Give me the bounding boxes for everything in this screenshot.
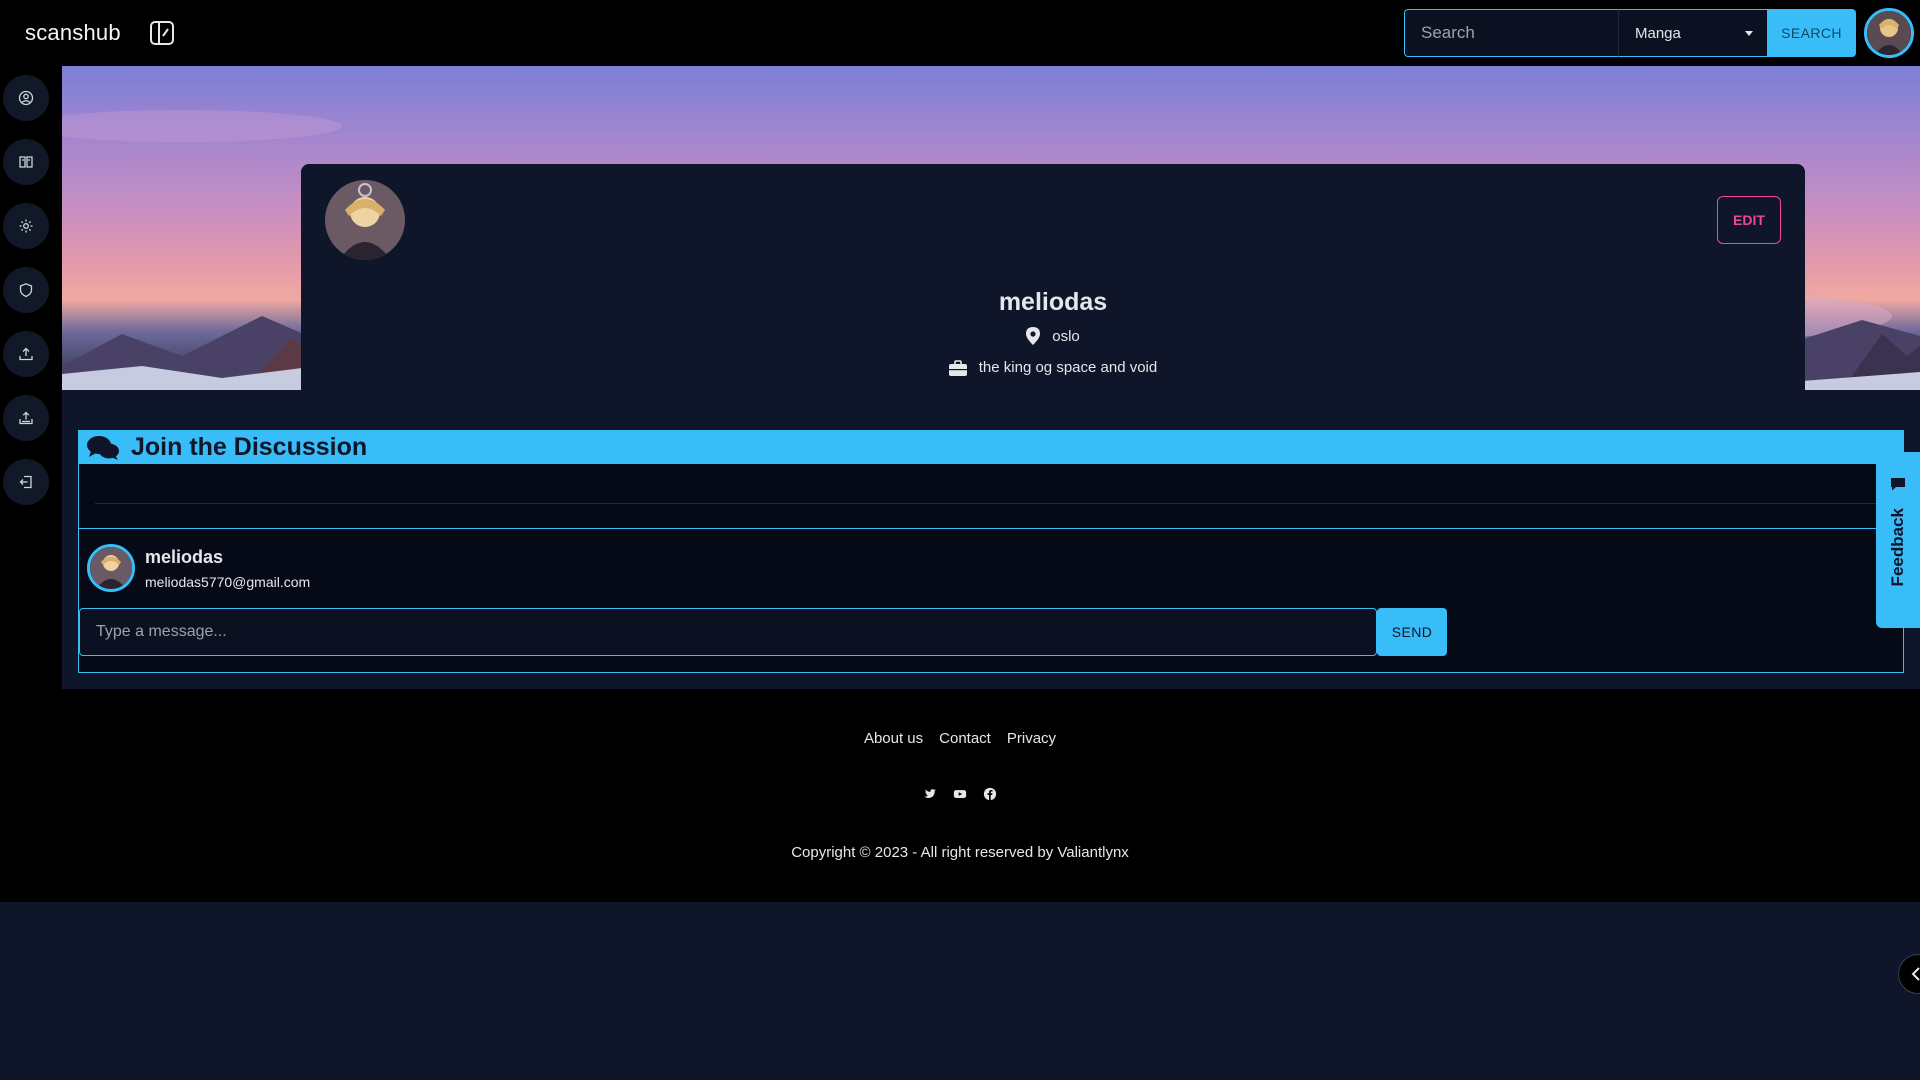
message-composer: SEND <box>79 608 1447 656</box>
upload-tray-icon <box>19 411 33 425</box>
search-input[interactable] <box>1404 9 1618 57</box>
sidebar-item-upload[interactable] <box>3 331 49 377</box>
divider <box>79 528 1903 529</box>
sidebar-toggle-icon[interactable] <box>148 19 176 47</box>
chevron-down-icon <box>1745 30 1753 36</box>
profile-name: meliodas <box>998 288 1108 316</box>
sidebar-item-profile[interactable] <box>3 75 49 121</box>
gear-icon <box>19 219 33 233</box>
user-avatar-menu[interactable] <box>1864 8 1914 58</box>
send-button[interactable]: SEND <box>1377 608 1447 656</box>
briefcase-icon <box>948 359 967 376</box>
user-name: meliodas <box>145 546 224 567</box>
edit-profile-button[interactable]: EDIT <box>1717 196 1781 244</box>
profile-occupation: the king og space and void <box>301 359 1805 376</box>
footer-link-contact[interactable]: Contact <box>939 730 991 747</box>
twitter-icon[interactable] <box>923 787 937 801</box>
discussion-panel: Join the Discussion meliodas meliodas577… <box>78 430 1904 673</box>
logout-icon <box>19 475 32 489</box>
profile-occupation-text: the king og space and void <box>978 359 1158 376</box>
youtube-icon[interactable] <box>953 787 967 801</box>
profile-avatar[interactable] <box>325 180 405 260</box>
map-pin-icon <box>1026 327 1041 345</box>
message-input[interactable] <box>79 608 1377 656</box>
upload-cloud-icon <box>19 347 33 361</box>
profile-banner: EDIT meliodas oslo the king og space and… <box>62 66 1920 390</box>
footer-social-links <box>0 787 1920 801</box>
search-bar: Manga SEARCH <box>1404 9 1856 57</box>
user-circle-icon <box>18 90 34 106</box>
book-icon <box>19 156 33 168</box>
footer-links: About us Contact Privacy <box>0 730 1920 747</box>
feedback-tab[interactable]: Feedback <box>1876 452 1920 628</box>
avatar <box>87 544 135 592</box>
footer-link-privacy[interactable]: Privacy <box>1007 730 1056 747</box>
chevron-left-icon <box>1911 967 1920 981</box>
message-square-icon <box>1891 478 1905 491</box>
profile-location-text: oslo <box>1052 327 1080 345</box>
chat-bubbles-icon <box>87 435 119 460</box>
footer-link-about[interactable]: About us <box>864 730 923 747</box>
current-user-info: meliodas meliodas5770@gmail.com <box>87 544 310 592</box>
feedback-label: Feedback <box>1888 508 1907 587</box>
divider <box>95 503 1883 504</box>
sidebar-item-settings[interactable] <box>3 203 49 249</box>
sidebar-item-logout[interactable] <box>3 459 49 505</box>
brand-logo-text[interactable]: scanshub <box>25 20 121 46</box>
profile-card: EDIT meliodas oslo the king og space and… <box>301 164 1805 390</box>
category-select[interactable]: Manga <box>1618 9 1767 57</box>
sidebar-item-security[interactable] <box>3 267 49 313</box>
footer: About us Contact Privacy Copyright © 202… <box>0 689 1920 902</box>
top-navbar: scanshub Manga SEARCH <box>0 0 1920 66</box>
copyright-text: Copyright © 2023 - All right reserved by… <box>791 844 1129 861</box>
user-email: meliodas5770@gmail.com <box>145 573 311 590</box>
search-button[interactable]: SEARCH <box>1767 9 1856 57</box>
discussion-title: Join the Discussion <box>131 433 368 461</box>
sidebar-item-library[interactable] <box>3 139 49 185</box>
facebook-icon[interactable] <box>983 787 997 801</box>
sidebar <box>0 66 62 689</box>
profile-location: oslo <box>301 327 1805 345</box>
discussion-header: Join the Discussion <box>79 431 1903 464</box>
scroll-side-button[interactable] <box>1898 954 1920 994</box>
shield-icon <box>19 283 33 298</box>
category-select-value: Manga <box>1635 24 1681 42</box>
sidebar-item-upload-chapter[interactable] <box>3 395 49 441</box>
